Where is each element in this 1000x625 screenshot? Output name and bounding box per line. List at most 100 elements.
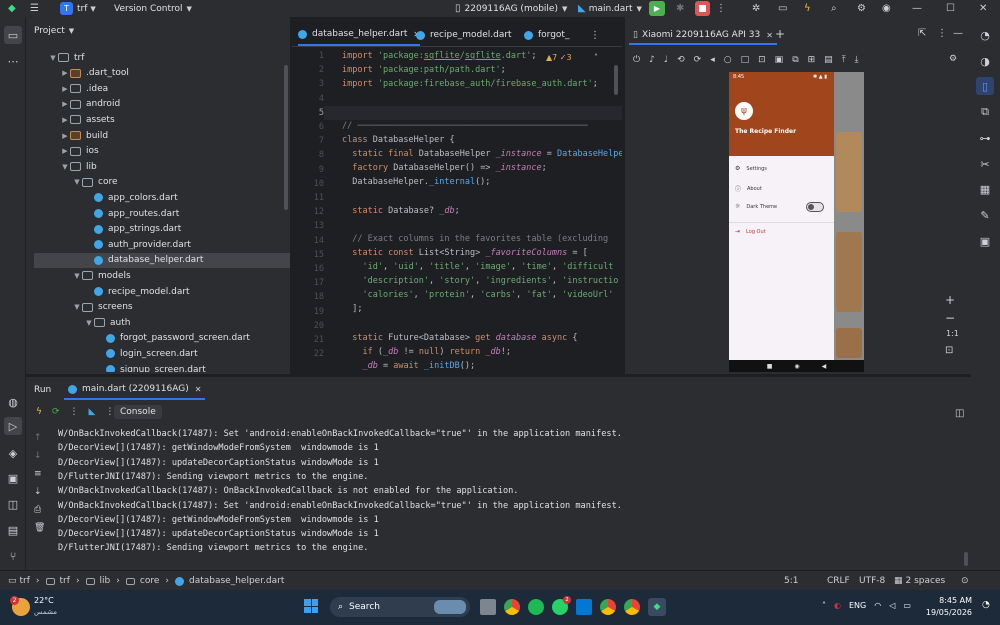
main-menu-icon[interactable]: ☰ xyxy=(30,0,39,17)
git-icon[interactable]: ⑂ xyxy=(4,547,22,565)
tree-item[interactable]: ▼ lib xyxy=(34,159,290,174)
close-button[interactable]: ✕ xyxy=(979,0,987,17)
download-icon[interactable]: ⤓ xyxy=(855,55,859,65)
back-icon[interactable]: ◀ xyxy=(822,363,827,370)
device-selector[interactable]: ▯ 2209116AG (mobile) ▼ xyxy=(455,0,567,17)
tree-item[interactable]: ▶ android xyxy=(34,97,290,112)
android-studio-taskbar-icon[interactable]: ◆ xyxy=(648,598,666,616)
chevron-right-icon[interactable]: ▶ xyxy=(60,100,70,108)
more-tools-icon[interactable]: ⋯ xyxy=(4,52,22,70)
editor-scrollbar[interactable] xyxy=(614,65,618,95)
weather-sun-icon[interactable]: 2 xyxy=(10,596,30,616)
volume-up-icon[interactable]: ♪ xyxy=(649,55,655,65)
device-manager-button[interactable]: ▭ xyxy=(778,0,787,17)
back-icon[interactable]: ◂ xyxy=(710,55,715,65)
zoom-out-icon[interactable]: − xyxy=(945,311,955,325)
tree-item[interactable]: ▼ screens xyxy=(34,300,290,315)
read-only-toggle[interactable]: ⊙ xyxy=(961,574,969,588)
settings-button[interactable]: ⚙ xyxy=(857,0,866,17)
close-icon[interactable]: ✕ xyxy=(195,385,202,394)
tree-item[interactable]: ▼ auth xyxy=(34,315,290,330)
chevron-down-icon[interactable]: ▼ xyxy=(72,303,82,311)
rotate-right-icon[interactable]: ⟳ xyxy=(694,55,702,65)
snapshot-icon[interactable]: ⊞ xyxy=(808,55,816,65)
tree-item[interactable]: login_screen.dart xyxy=(34,346,290,361)
spotify-icon[interactable] xyxy=(528,599,544,615)
pencil-icon[interactable]: ✎ xyxy=(976,206,994,224)
tree-item[interactable]: signup_screen.dart xyxy=(34,362,290,372)
project-switcher[interactable]: T trf ▼ xyxy=(60,0,96,17)
tree-item[interactable]: app_colors.dart xyxy=(34,190,290,205)
breadcrumb-item[interactable]: trf xyxy=(20,576,30,586)
devtools-icon[interactable]: ◣ xyxy=(88,407,95,417)
maximize-button[interactable]: ☐ xyxy=(946,0,955,17)
fit-screen-icon[interactable]: ⊡ xyxy=(945,345,953,356)
rotate-left-icon[interactable]: ⟲ xyxy=(677,55,685,65)
device-explorer-icon[interactable]: ▦ xyxy=(976,180,994,198)
store-icon[interactable] xyxy=(576,599,592,615)
antivirus-icon[interactable]: ◐ xyxy=(834,601,841,610)
tree-item[interactable]: ▶ assets xyxy=(34,112,290,127)
hot-restart-icon[interactable]: ⟳ xyxy=(52,407,60,417)
chevron-down-icon[interactable]: ▼ xyxy=(72,272,82,280)
open-external-icon[interactable]: ⇱ xyxy=(918,28,926,39)
windows-start-icon[interactable] xyxy=(304,599,318,613)
close-icon[interactable]: ✕ xyxy=(766,31,773,40)
drawer-item-dark-theme[interactable]: ☼ Dark Theme xyxy=(735,203,777,210)
line-separator[interactable]: CRLF xyxy=(827,574,850,588)
run-session-tab[interactable]: main.dart (2209116AG) ✕ xyxy=(64,380,206,400)
tree-item[interactable]: ▼ models xyxy=(34,268,290,283)
chevron-right-icon[interactable]: ▶ xyxy=(60,132,70,140)
caret-position[interactable]: 5:1 xyxy=(784,574,798,588)
tree-item[interactable]: ▶ .idea xyxy=(34,81,290,96)
clock-date[interactable]: 19/05/2026 xyxy=(920,608,972,617)
minimize-button[interactable]: — xyxy=(912,0,922,17)
chevron-down-icon[interactable]: ▼ xyxy=(84,319,94,327)
tab-recipe-model[interactable]: recipe_model.dart xyxy=(416,24,512,46)
version-control-menu[interactable]: Version Control ▼ xyxy=(114,0,192,17)
tree-item[interactable]: app_strings.dart xyxy=(34,222,290,237)
power-icon[interactable]: ⏻ xyxy=(633,55,640,65)
debug-button[interactable]: ✱ xyxy=(676,0,684,17)
layout-icon[interactable]: ◫ xyxy=(955,408,964,419)
indent-setting[interactable]: ▦ 2 spaces xyxy=(894,574,945,588)
tabs-overflow-button[interactable]: ⋮ xyxy=(590,24,600,46)
problems-icon[interactable]: ◈ xyxy=(4,444,22,462)
tab-forgot[interactable]: forgot_ xyxy=(524,24,569,46)
emulator-settings-icon[interactable]: ⚙ xyxy=(949,54,957,64)
breadcrumb-item[interactable]: trf xyxy=(60,576,70,586)
flutter-inspector-icon[interactable]: ◍ xyxy=(4,393,22,411)
hot-reload-button[interactable]: ϟ xyxy=(804,0,811,17)
more-actions-button[interactable]: ⋮ xyxy=(716,0,726,17)
project-tool-icon[interactable]: ▭ xyxy=(4,26,22,44)
tree-item[interactable]: ▶ .dart_tool xyxy=(34,66,290,81)
drawer-item-about[interactable]: ⓘ About xyxy=(735,184,762,194)
emulator-tab[interactable]: ▯ Xiaomi 2209116AG API 33 ✕ xyxy=(629,27,777,45)
overview-icon[interactable]: □ xyxy=(741,55,750,65)
home-icon[interactable]: ○ xyxy=(724,55,732,65)
minimize-panel-icon[interactable]: — xyxy=(953,28,963,39)
notification-bell-icon[interactable]: ◔ xyxy=(982,600,990,610)
stop-button[interactable] xyxy=(695,0,710,17)
chevron-down-icon[interactable]: ▼ xyxy=(72,178,82,186)
logcat-icon[interactable]: ▣ xyxy=(4,469,22,487)
zoom-in-icon[interactable]: + xyxy=(945,293,955,307)
breadcrumb-item[interactable]: database_helper.dart xyxy=(189,576,284,586)
more-vertical-icon[interactable]: ⋮ xyxy=(69,407,78,417)
battery-icon[interactable]: ▭ xyxy=(903,601,911,610)
project-scrollbar[interactable] xyxy=(284,65,288,210)
clock-time[interactable]: 8:45 AM xyxy=(932,596,972,605)
volume-down-icon[interactable]: ♩ xyxy=(664,55,668,65)
phone-screen[interactable]: 8:45 ✱ ▲ ▮ ψ The Recipe Finder ⚙ Setting… xyxy=(729,72,864,372)
weather-temp[interactable]: 22°C xyxy=(34,596,54,605)
chevron-right-icon[interactable]: ▶ xyxy=(60,116,70,124)
link-icon[interactable]: ⊶ xyxy=(976,129,994,147)
tree-item[interactable]: ▼ trf xyxy=(34,50,290,65)
screenshot-icon[interactable]: ⊡ xyxy=(758,55,766,65)
add-device-icon[interactable]: + xyxy=(775,27,785,41)
search-everywhere-button[interactable]: ⌕ xyxy=(831,0,837,17)
tree-item[interactable]: ▼ core xyxy=(34,175,290,190)
more-vertical-icon[interactable]: ⋮ xyxy=(937,28,947,39)
run-tool-icon[interactable]: ▷ xyxy=(4,417,22,435)
tree-item[interactable]: recipe_model.dart xyxy=(34,284,290,299)
